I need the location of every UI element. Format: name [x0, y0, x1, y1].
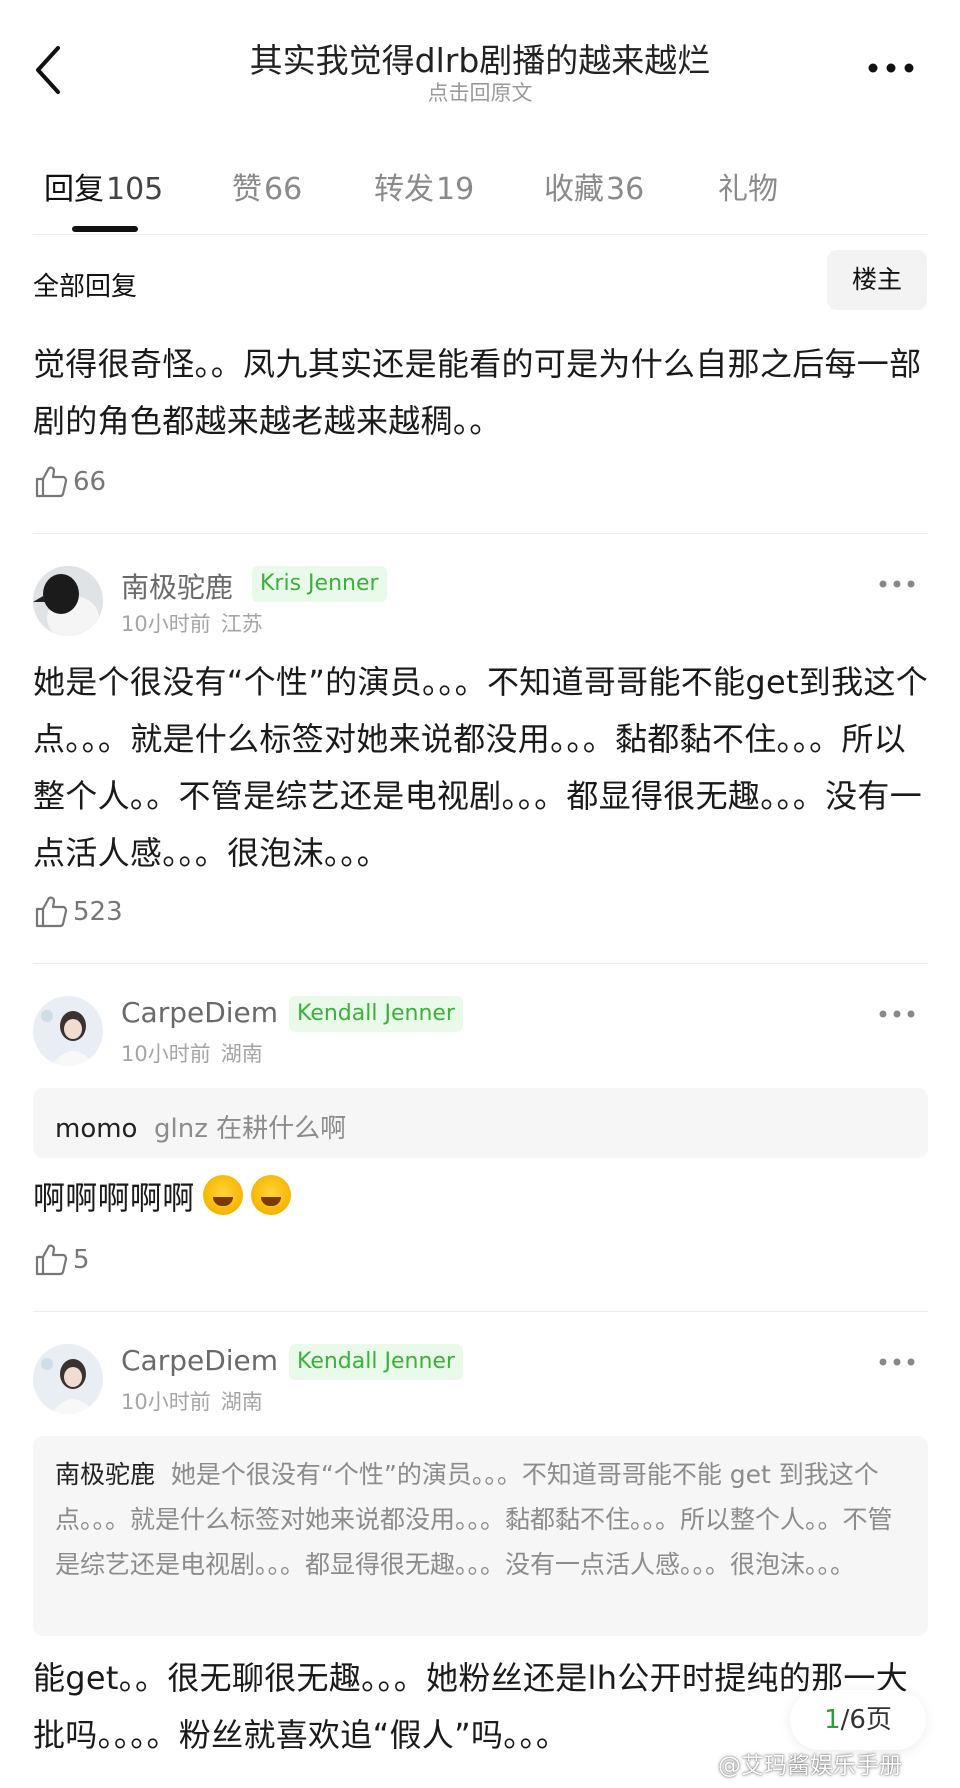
comment-username[interactable]: 南极驼鹿	[121, 566, 233, 606]
fan-badge: Kendall Jenner	[289, 1344, 463, 1380]
tab-favorites[interactable]: 收藏36	[544, 164, 644, 208]
quoted-reply[interactable]: 南极驼鹿 她是个很没有“个性”的演员。。。不知道哥哥能不能 get 到我这个点。…	[33, 1436, 928, 1636]
comment-text: 她是个很没有“个性”的演员。。。不知道哥哥能不能get到我这个点。。。就是什么标…	[33, 663, 929, 872]
tab-bar: 回复105 赞66 转发19 收藏36 礼物	[0, 150, 960, 235]
tab-likes[interactable]: 赞66	[232, 164, 302, 208]
tab-count: 105	[106, 172, 164, 207]
back-icon[interactable]	[30, 42, 70, 98]
owner-only-button[interactable]: 楼主	[827, 250, 927, 310]
post-text: 觉得很奇怪。。凤九其实还是能看的可是为什么自那之后每一部剧的角色都越来越老越来越…	[33, 345, 922, 440]
comment-location: 江苏	[220, 612, 263, 636]
divider	[33, 234, 928, 235]
comment-like-button[interactable]: 523	[33, 892, 123, 932]
tab-label: 礼物	[718, 172, 778, 207]
divider	[33, 1311, 928, 1312]
top-nav-bar: 其实我觉得dlrb剧播的越来越烂 点击回原文	[0, 0, 960, 130]
quoted-reply[interactable]: momo glnz 在耕什么啊	[33, 1088, 928, 1158]
quote-author: 南极驼鹿	[55, 1460, 156, 1489]
like-count: 5	[73, 1245, 90, 1275]
comment-meta: 10小时前 江苏	[121, 608, 273, 638]
tab-label: 收藏	[544, 172, 604, 207]
comment-meta: 10小时前 湖南	[121, 1386, 273, 1416]
comment-meta: 10小时前 湖南	[121, 1038, 273, 1068]
tab-label: 赞	[232, 172, 262, 207]
tab-label: 回复	[44, 172, 104, 207]
post-like-button[interactable]: 66	[33, 462, 106, 502]
page-title[interactable]: 其实我觉得dlrb剧播的越来越烂	[120, 34, 840, 82]
like-count: 66	[73, 467, 107, 497]
watermark: @艾玛酱娱乐手册	[718, 1753, 902, 1779]
comment-location: 湖南	[220, 1042, 263, 1066]
avatar-image	[33, 566, 103, 636]
avatar[interactable]	[33, 566, 103, 636]
comment-location: 湖南	[220, 1390, 263, 1414]
comment-time: 10小时前	[121, 612, 211, 636]
comment-username[interactable]: CarpeDiem	[121, 996, 278, 1029]
current-page: 1	[824, 1705, 841, 1735]
comment-like-button[interactable]: 5	[33, 1240, 90, 1280]
tab-reposts[interactable]: 转发19	[374, 164, 474, 208]
quote-text: glnz 在耕什么啊	[154, 1114, 347, 1144]
tab-replies[interactable]: 回复105	[44, 164, 163, 208]
more-icon[interactable]	[878, 1007, 916, 1021]
more-icon[interactable]	[866, 56, 916, 80]
more-icon[interactable]	[878, 1355, 916, 1369]
comment-time: 10小时前	[121, 1390, 211, 1414]
avatar-image	[33, 1344, 103, 1414]
comment-time: 10小时前	[121, 1042, 211, 1066]
back-to-original-link[interactable]: 点击回原文	[120, 77, 840, 107]
thumbs-up-icon	[35, 1244, 68, 1276]
all-replies-heading: 全部回复	[33, 272, 138, 302]
quote-text: 她是个很没有“个性”的演员。。。不知道哥哥能不能 get 到我这个点。。。就是什…	[55, 1460, 893, 1579]
tab-label: 转发	[374, 172, 434, 207]
divider	[33, 963, 928, 964]
like-count: 523	[73, 897, 123, 927]
tab-count: 19	[436, 172, 475, 207]
rolling-laughing-emoji-icon	[250, 1175, 291, 1215]
fan-badge: Kendall Jenner	[289, 996, 463, 1032]
total-pages: /6页	[840, 1705, 892, 1735]
active-tab-indicator	[72, 226, 138, 232]
avatar-image	[33, 996, 103, 1066]
comment-text: 啊啊啊啊啊	[33, 1170, 928, 1227]
quote-author: momo	[55, 1114, 138, 1144]
fan-badge: Kris Jenner	[252, 566, 387, 602]
divider	[33, 533, 928, 534]
thumbs-up-icon	[35, 466, 68, 498]
tab-count: 66	[264, 172, 303, 207]
rolling-laughing-emoji-icon	[202, 1175, 243, 1215]
tab-gifts[interactable]: 礼物	[718, 164, 780, 208]
tab-count: 36	[606, 172, 645, 207]
avatar[interactable]	[33, 996, 103, 1066]
more-icon[interactable]	[878, 577, 916, 591]
avatar[interactable]	[33, 1344, 103, 1414]
page-indicator[interactable]: 1/6页	[790, 1690, 926, 1750]
comment-text-content: 啊啊啊啊啊	[33, 1179, 195, 1217]
thumbs-up-icon	[35, 896, 68, 928]
comment-username[interactable]: CarpeDiem	[121, 1344, 278, 1377]
